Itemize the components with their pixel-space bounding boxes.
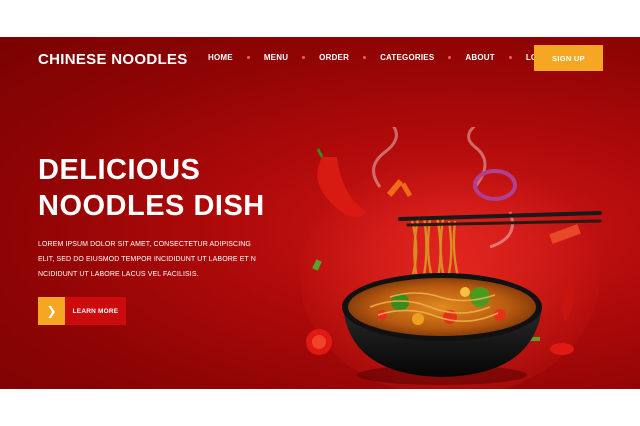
learn-more-button[interactable]: ❯ LEARN MORE bbox=[38, 297, 126, 325]
nav-separator-dot bbox=[302, 56, 306, 59]
nav-order[interactable]: ORDER bbox=[319, 53, 349, 62]
nav-separator-dot bbox=[508, 56, 512, 59]
hero-section: CHINESE NOODLES HOME MENU ORDER CATEGORI… bbox=[0, 37, 640, 389]
hero-description: LOREM IPSUM DOLOR SIT AMET, CONSECTETUR … bbox=[38, 237, 260, 282]
description-line-1: LOREM IPSUM DOLOR SIT AMET, CONSECTETUR … bbox=[38, 241, 251, 248]
headline-line-1: DELICIOUS bbox=[38, 154, 201, 186]
chevron-right-icon: ❯ bbox=[38, 297, 65, 325]
nav-separator-dot bbox=[448, 56, 452, 59]
headline-line-2: NOODLES DISH bbox=[38, 190, 265, 222]
main-nav: HOME MENU ORDER CATEGORIES ABOUT LOCATIO… bbox=[208, 53, 569, 62]
nav-menu[interactable]: MENU bbox=[264, 53, 288, 62]
description-line-3: NCIDIDUNT UT LABORE LACUS VEL FACILISIS. bbox=[38, 271, 199, 278]
nav-separator-dot bbox=[246, 56, 250, 59]
brand-logo[interactable]: CHINESE NOODLES bbox=[38, 51, 188, 68]
description-line-2: ELIT, SED DO EIUSMOD TEMPOR INCIDIDUNT U… bbox=[38, 256, 256, 263]
nav-home[interactable]: HOME bbox=[208, 53, 233, 62]
nav-about[interactable]: ABOUT bbox=[465, 53, 494, 62]
hero-headline: DELICIOUS NOODLES DISH bbox=[38, 152, 298, 224]
learn-more-label: LEARN MORE bbox=[65, 297, 126, 325]
noodle-bowl-image bbox=[300, 127, 602, 389]
sign-up-button[interactable]: SIGN UP bbox=[534, 45, 603, 71]
nav-separator-dot bbox=[363, 56, 367, 59]
nav-categories[interactable]: CATEGORIES bbox=[380, 53, 434, 62]
